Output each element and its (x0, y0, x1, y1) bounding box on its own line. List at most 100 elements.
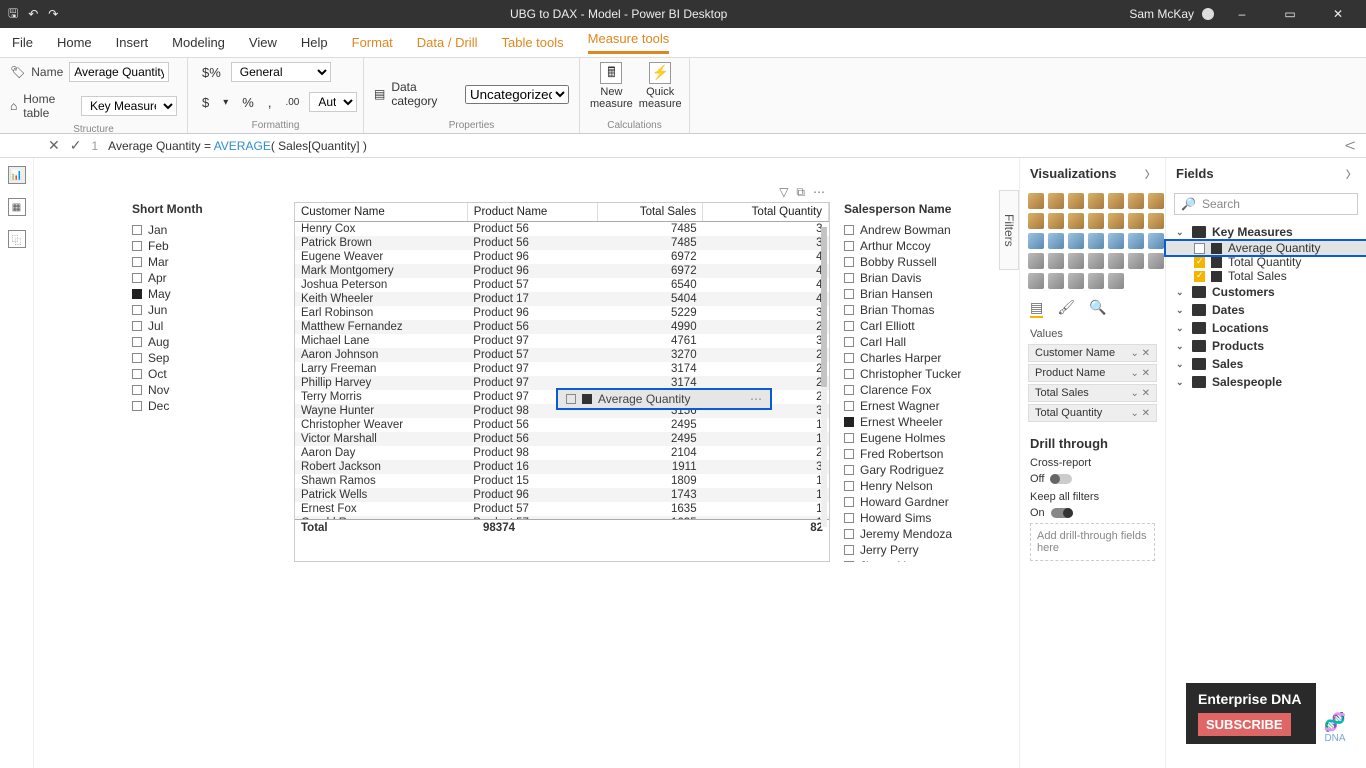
viz-type-icon[interactable] (1028, 233, 1044, 249)
field-well-item[interactable]: Product Name⌄ ✕ (1028, 364, 1157, 382)
table-row[interactable]: Shawn RamosProduct 1518091 (295, 474, 829, 488)
table-row[interactable]: Aaron JohnsonProduct 5732702 (295, 348, 829, 362)
tab-home[interactable]: Home (57, 35, 92, 50)
field-average-quantity[interactable]: Average Quantity (1166, 241, 1366, 255)
table-row[interactable]: Patrick WellsProduct 9617431 (295, 488, 829, 502)
model-view-icon[interactable]: ⿻ (8, 230, 26, 248)
salesperson-item[interactable]: Brian Thomas (844, 302, 961, 318)
focus-mode-icon[interactable]: ⧉ (796, 185, 805, 200)
visualization-gallery[interactable] (1020, 189, 1165, 293)
col-total-qty[interactable]: Total Quantity (703, 203, 829, 222)
month-item[interactable]: Nov (132, 382, 203, 398)
table-row[interactable]: Mark MontgomeryProduct 9669724 (295, 264, 829, 278)
viz-type-icon[interactable] (1028, 213, 1044, 229)
field-well-item[interactable]: Total Quantity⌄ ✕ (1028, 404, 1157, 422)
salesperson-item[interactable]: Ernest Wagner (844, 398, 961, 414)
save-icon[interactable]: 🖫 (8, 4, 18, 25)
salesperson-item[interactable]: Howard Gardner (844, 494, 961, 510)
viz-type-icon[interactable] (1068, 213, 1084, 229)
viz-type-icon[interactable] (1148, 213, 1164, 229)
viz-type-icon[interactable] (1128, 193, 1144, 209)
salesperson-item[interactable]: Arthur Mccoy (844, 238, 961, 254)
salesperson-item[interactable]: Eugene Holmes (844, 430, 961, 446)
salesperson-item[interactable]: Carl Elliott (844, 318, 961, 334)
month-item[interactable]: May (132, 286, 203, 302)
sales-table-visual[interactable]: ▽ ⧉ ⋯ Customer Name Product Name Total S… (294, 202, 830, 562)
salesperson-item[interactable]: Bobby Russell (844, 254, 961, 270)
data-category-select[interactable]: Uncategorized (465, 85, 569, 104)
field-well-item[interactable]: Customer Name⌄ ✕ (1028, 344, 1157, 362)
viz-type-icon[interactable] (1128, 213, 1144, 229)
col-product[interactable]: Product Name (467, 203, 598, 222)
salesperson-item[interactable]: Andrew Bowman (844, 222, 961, 238)
salesperson-item[interactable]: Clarence Fox (844, 382, 961, 398)
analytics-tab-icon[interactable]: 🔍 (1089, 299, 1106, 318)
formula-commit-icon[interactable]: ✓ (70, 137, 82, 154)
col-customer[interactable]: Customer Name (295, 203, 467, 222)
field-total-sales[interactable]: Total Sales (1166, 269, 1366, 283)
undo-icon[interactable]: ↶ (28, 7, 38, 21)
viz-type-icon[interactable] (1088, 233, 1104, 249)
short-month-slicer[interactable]: Short Month JanFebMarAprMayJunJulAugSepO… (132, 202, 203, 414)
viz-type-icon[interactable] (1108, 193, 1124, 209)
viz-type-icon[interactable] (1108, 213, 1124, 229)
month-item[interactable]: Sep (132, 350, 203, 366)
redo-icon[interactable]: ↷ (48, 7, 58, 21)
field-table-node[interactable]: ⌄Sales (1166, 355, 1366, 373)
field-table-node[interactable]: ⌄Dates (1166, 301, 1366, 319)
table-row[interactable]: Michael LaneProduct 9747613 (295, 334, 829, 348)
tab-modeling[interactable]: Modeling (172, 35, 225, 50)
table-row[interactable]: Victor MarshallProduct 5624951 (295, 432, 829, 446)
viz-type-icon[interactable] (1048, 193, 1064, 209)
table-row[interactable]: Joshua PetersonProduct 5765404 (295, 278, 829, 292)
viz-type-icon[interactable] (1068, 273, 1084, 289)
comma-button[interactable]: , (264, 95, 276, 110)
table-row[interactable]: Christopher WeaverProduct 5624951 (295, 418, 829, 432)
field-well-item[interactable]: Total Sales⌄ ✕ (1028, 384, 1157, 402)
formula-editor[interactable]: Average Quantity = AVERAGE( Sales[Quanti… (108, 139, 367, 153)
table-row[interactable]: Henry CoxProduct 5674853 (295, 222, 829, 237)
salesperson-item[interactable]: Gary Rodriguez (844, 462, 961, 478)
viz-type-icon[interactable] (1128, 233, 1144, 249)
salesperson-item[interactable]: Brian Hansen (844, 286, 961, 302)
month-item[interactable]: Oct (132, 366, 203, 382)
table-row[interactable]: Keith WheelerProduct 1754044 (295, 292, 829, 306)
table-row[interactable]: Aaron DayProduct 9821042 (295, 446, 829, 460)
field-total-quantity[interactable]: Total Quantity (1166, 255, 1366, 269)
salesperson-item[interactable]: Henry Nelson (844, 478, 961, 494)
filter-icon[interactable]: ▽ (779, 185, 788, 200)
percent-button[interactable]: % (238, 95, 258, 110)
month-item[interactable]: Dec (132, 398, 203, 414)
tab-data-drill[interactable]: Data / Drill (417, 35, 478, 50)
table-row[interactable]: Matthew FernandezProduct 5649902 (295, 320, 829, 334)
filters-pane-tab[interactable]: Filters (999, 190, 1019, 270)
salesperson-item[interactable]: Christopher Tucker (844, 366, 961, 382)
table-row[interactable]: Ernest FoxProduct 5716351 (295, 502, 829, 516)
month-item[interactable]: Jun (132, 302, 203, 318)
new-measure-button[interactable]: 🖩 New measure (590, 62, 633, 110)
decimal-places-select[interactable]: Auto (309, 92, 357, 112)
salesperson-item[interactable]: Jerry Perry (844, 542, 961, 558)
tab-file[interactable]: File (12, 35, 33, 50)
month-item[interactable]: Mar (132, 254, 203, 270)
user-name[interactable]: Sam McKay (1129, 7, 1194, 21)
avatar[interactable] (1202, 8, 1214, 20)
viz-type-icon[interactable] (1048, 233, 1064, 249)
viz-type-icon[interactable] (1088, 273, 1104, 289)
salesperson-item[interactable]: Jimmy Young (844, 558, 961, 562)
fields-tab-icon[interactable]: ▤ (1030, 299, 1043, 318)
viz-type-icon[interactable] (1108, 273, 1124, 289)
month-item[interactable]: Apr (132, 270, 203, 286)
measure-name-input[interactable] (69, 62, 169, 82)
viz-type-icon[interactable] (1108, 253, 1124, 269)
salesperson-item[interactable]: Charles Harper (844, 350, 961, 366)
tab-format[interactable]: Format (352, 35, 393, 50)
tab-help[interactable]: Help (301, 35, 328, 50)
salesperson-item[interactable]: Howard Sims (844, 510, 961, 526)
month-item[interactable]: Jan (132, 222, 203, 238)
currency-chevron[interactable]: ▾ (219, 97, 232, 108)
tab-insert[interactable]: Insert (116, 35, 149, 50)
viz-type-icon[interactable] (1048, 273, 1064, 289)
close-button[interactable]: ✕ (1318, 7, 1358, 21)
data-view-icon[interactable]: ▦ (8, 198, 26, 216)
